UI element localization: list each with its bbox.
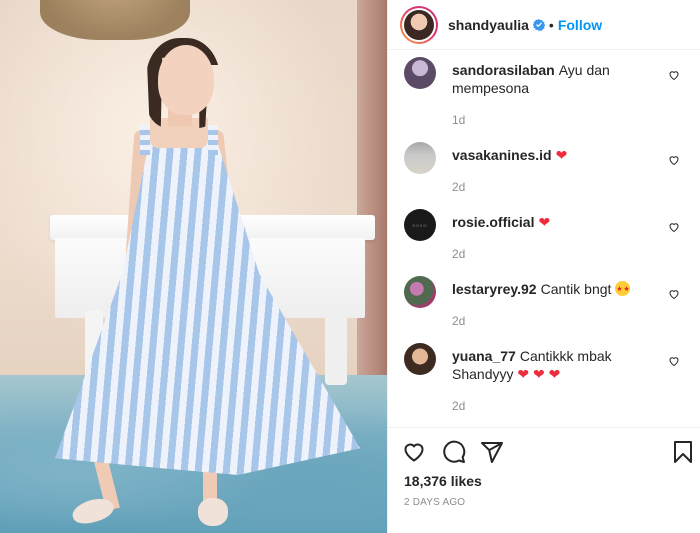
red-heart-emoji: ❤ bbox=[517, 366, 530, 382]
post-header: shandyaulia • Follow bbox=[388, 0, 700, 50]
comment-time[interactable]: 2d bbox=[452, 180, 465, 194]
photo-dress-strap bbox=[140, 125, 150, 155]
author-username[interactable]: shandyaulia bbox=[448, 17, 529, 33]
photo-piano-leg bbox=[325, 305, 347, 385]
header-separator: • bbox=[548, 16, 554, 33]
commenter-avatar[interactable] bbox=[404, 276, 436, 308]
comment-time[interactable]: 1d bbox=[452, 113, 465, 127]
comment-body: yuana_77 Cantikkk mbak Shandyyy ❤ ❤ ❤ bbox=[452, 347, 652, 383]
commenter-username[interactable]: yuana_77 bbox=[452, 348, 516, 364]
comment-body: sandorasilaban Ayu dan mempesona bbox=[452, 61, 652, 97]
comment-like-heart-icon[interactable] bbox=[668, 154, 680, 166]
comment-time[interactable]: 2d bbox=[452, 399, 465, 413]
comment-time[interactable]: 2d bbox=[452, 247, 465, 261]
commenter-username[interactable]: sandorasilaban bbox=[452, 62, 555, 78]
comment-like-heart-icon[interactable] bbox=[668, 221, 680, 233]
heart-outline-icon[interactable] bbox=[402, 440, 426, 464]
commenter-avatar[interactable] bbox=[404, 142, 436, 174]
photo-shoe bbox=[198, 498, 228, 526]
photo-face bbox=[158, 45, 214, 115]
comment-text: Cantik bngt bbox=[540, 281, 612, 297]
comment-like-heart-icon[interactable] bbox=[668, 355, 680, 367]
star-struck-emoji bbox=[615, 281, 631, 299]
bookmark-icon[interactable] bbox=[671, 440, 695, 464]
follow-button[interactable]: Follow bbox=[558, 17, 602, 33]
author-avatar[interactable] bbox=[400, 5, 438, 44]
red-heart-emoji: ❤ bbox=[533, 366, 545, 382]
commenter-username[interactable]: rosie.official bbox=[452, 214, 534, 230]
comment-like-heart-icon[interactable] bbox=[668, 288, 680, 300]
commenter-username[interactable]: vasakanines.id bbox=[452, 147, 552, 163]
comment-body: vasakanines.id ❤ bbox=[452, 146, 652, 164]
commenter-avatar[interactable] bbox=[404, 57, 436, 89]
red-heart-emoji: ❤ bbox=[548, 366, 561, 382]
likes-count[interactable]: 18,376 likes bbox=[404, 473, 482, 489]
comments-list[interactable]: sandorasilaban Ayu dan mempesona 1d vasak… bbox=[388, 51, 700, 427]
post-side-panel: shandyaulia • Follow sandorasilaban Ayu d… bbox=[387, 0, 700, 533]
comment-body: rosie.official ❤ bbox=[452, 213, 652, 231]
comment-time[interactable]: 2d bbox=[452, 314, 465, 328]
red-heart-emoji: ❤ bbox=[538, 214, 551, 230]
comment-like-heart-icon[interactable] bbox=[668, 69, 680, 81]
post-actions-bar: 18,376 likes 2 DAYS AGO bbox=[388, 427, 700, 533]
verified-badge-icon bbox=[532, 18, 545, 31]
commenter-avatar[interactable]: ROSIE bbox=[404, 209, 436, 241]
commenter-username[interactable]: lestaryrey.92 bbox=[452, 281, 537, 297]
post-photo[interactable] bbox=[0, 0, 387, 533]
post-timestamp[interactable]: 2 DAYS AGO bbox=[404, 497, 465, 508]
photo-dress-strap bbox=[208, 125, 218, 155]
comment-body: lestaryrey.92 Cantik bngt bbox=[452, 280, 652, 299]
comment-icon[interactable] bbox=[442, 440, 466, 464]
red-heart-emoji: ❤ bbox=[555, 147, 568, 163]
share-icon[interactable] bbox=[480, 440, 504, 464]
commenter-avatar[interactable] bbox=[404, 343, 436, 375]
